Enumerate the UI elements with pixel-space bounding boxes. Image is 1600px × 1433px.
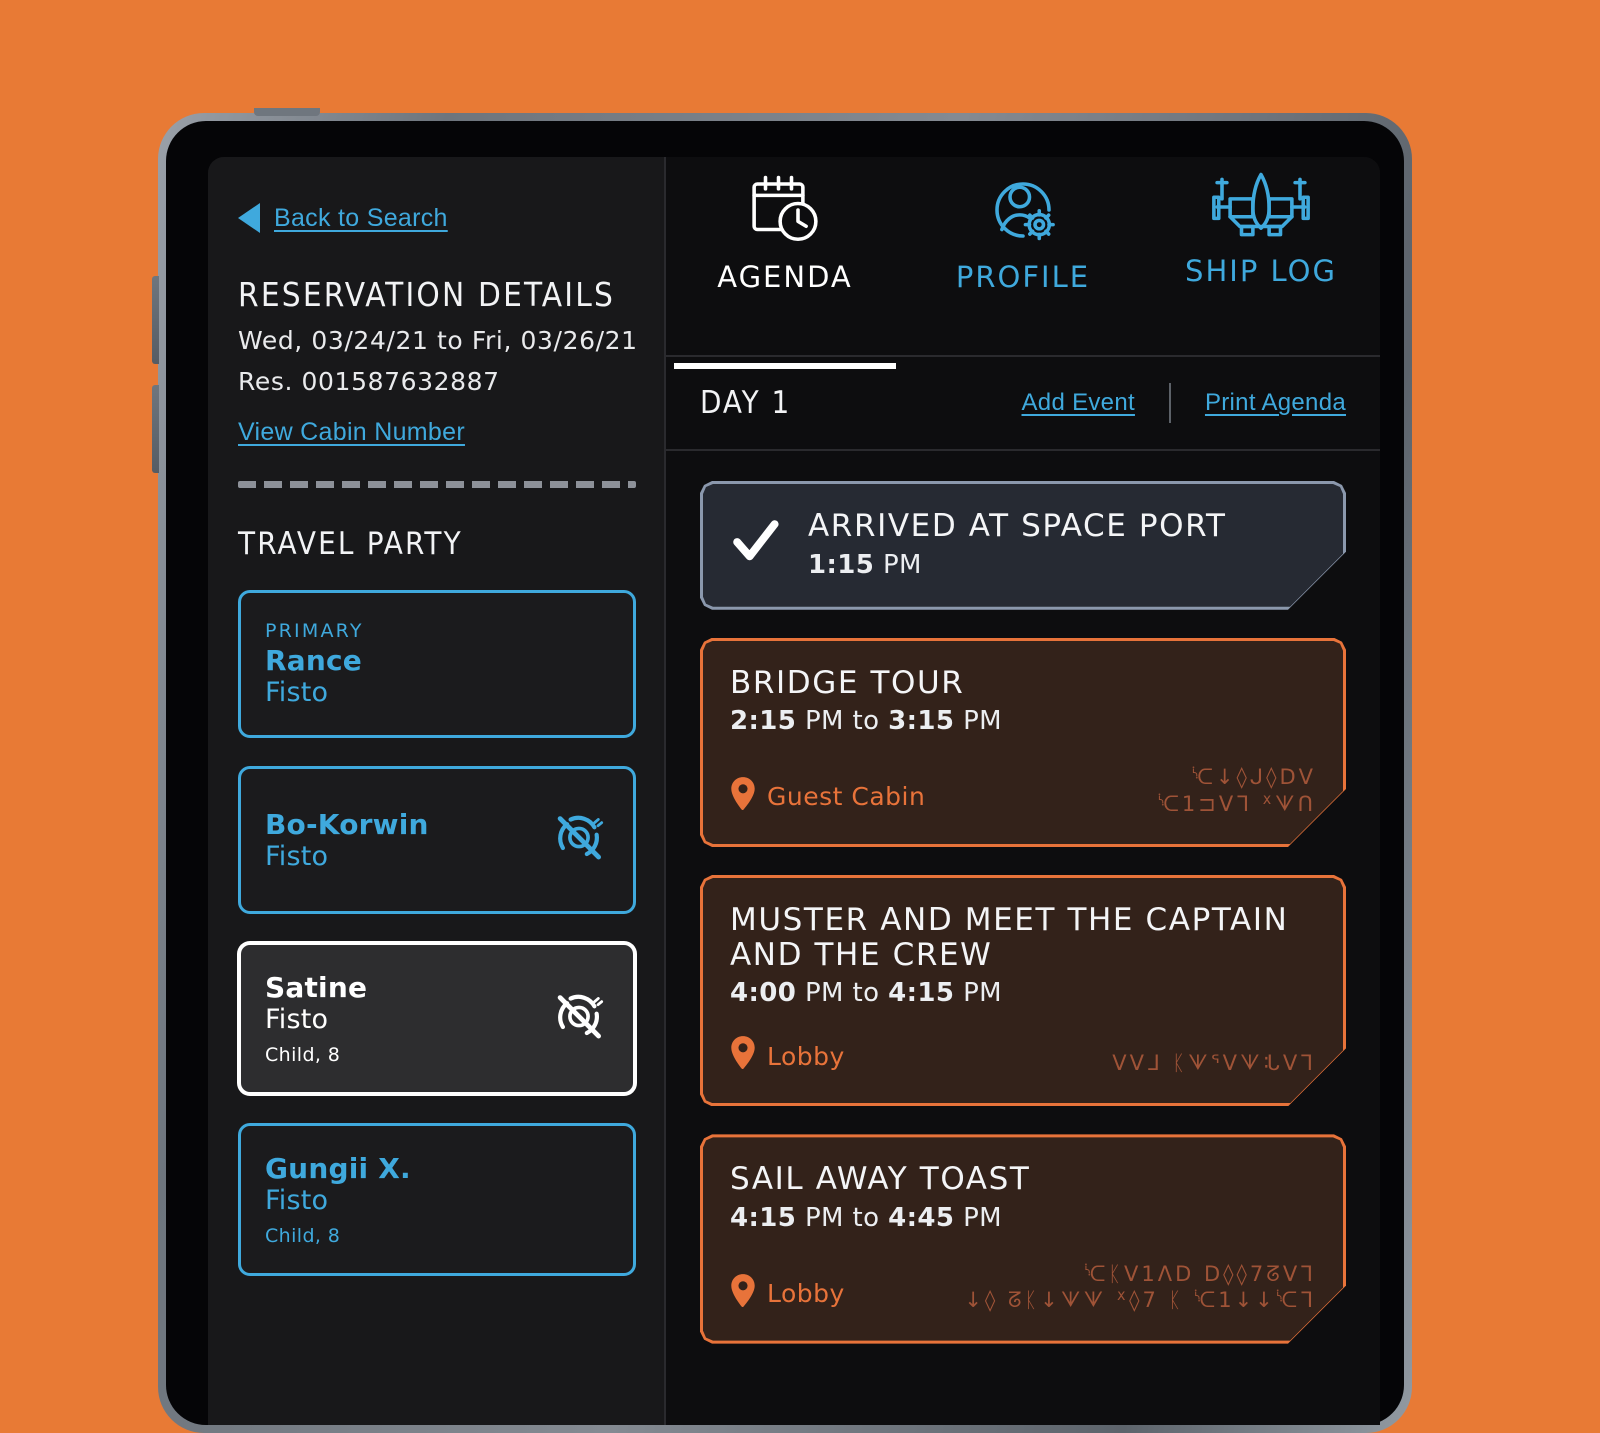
event-time: 1:15 PM (808, 550, 1227, 580)
tab-agenda[interactable]: AGENDA (666, 171, 904, 369)
active-tab-indicator (674, 363, 896, 369)
event-end-time: 4:15 (888, 978, 955, 1009)
aurebesh-decoration: ᐯᐯᒧ ᛕᗐᕐᐯᗐᒠᐯᒣ (1112, 1051, 1316, 1076)
event-time: 4:15 PM to 4:45 PM (730, 1203, 1316, 1233)
event-location-label: Guest Cabin (767, 782, 926, 812)
day-label: DAY 1 (700, 385, 792, 421)
event-title: ARRIVED AT SPACE PORT (808, 508, 1227, 544)
party-last-name: Fisto (265, 1185, 329, 1216)
agenda-event-list: ARRIVED AT SPACE PORT 1:15 PM BRIDGE TOUR… (666, 451, 1380, 1425)
event-start-time: 4:00 (730, 978, 797, 1009)
event-time: 2:15 PM to 3:15 PM (730, 706, 1316, 736)
agenda-event-card[interactable]: ARRIVED AT SPACE PORT 1:15 PM (700, 481, 1346, 610)
event-start-suffix: PM (804, 1203, 844, 1234)
travel-party-heading: TRAVEL PARTY (238, 526, 463, 562)
event-start-suffix: PM (882, 549, 922, 580)
triangle-left-icon (238, 203, 260, 233)
event-start-time: 4:15 (730, 1203, 797, 1234)
main-tab-bar: AGENDA PROFILE SHIP LOG (666, 157, 1380, 369)
volume-down-button[interactable] (152, 385, 159, 473)
event-start-suffix: PM (804, 978, 844, 1009)
speaker-grille (254, 108, 320, 116)
tab-ship-log[interactable]: SHIP LOG (1142, 171, 1380, 355)
reservation-number: Res. 001587632887 (238, 367, 500, 396)
band-disabled-icon (551, 988, 607, 1049)
event-end-suffix: PM (963, 1203, 1002, 1234)
event-location-label: Lobby (767, 1279, 845, 1309)
starship-icon (1209, 171, 1313, 248)
party-role-label: PRIMARY (265, 620, 364, 642)
event-content: SAIL AWAY TOAST 4:15 PM to 4:45 PM Lobby … (730, 1162, 1316, 1313)
event-location: Lobby (730, 1274, 845, 1314)
agenda-event-card[interactable]: BRIDGE TOUR 2:15 PM to 3:15 PM Guest Cabi… (700, 638, 1346, 847)
event-title: MUSTER AND MEET THE CAPTAIN AND THE CREW (730, 901, 1289, 973)
event-start-time: 2:15 (730, 706, 797, 737)
add-event-link[interactable]: Add Event (1022, 389, 1135, 417)
party-first-name: Rance (265, 644, 362, 677)
event-time: 4:00 PM to 4:15 PM (730, 978, 1316, 1008)
map-pin-icon (730, 1274, 756, 1314)
event-location: Lobby (730, 1036, 845, 1076)
event-end-time: 3:15 (888, 706, 955, 737)
event-title: BRIDGE TOUR (730, 664, 965, 701)
travel-party-card[interactable]: Bo-Korwin Fisto (238, 766, 636, 914)
section-divider (238, 481, 636, 488)
back-to-search-link[interactable]: Back to Search (238, 203, 664, 233)
map-pin-icon (730, 777, 756, 817)
travel-party-card[interactable]: Satine Fisto Child, 8 (238, 942, 636, 1095)
reservation-sidebar: Back to Search RESERVATION DETAILS Wed, … (208, 157, 666, 1425)
party-meta: Child, 8 (265, 1225, 341, 1247)
calendar-clock-icon (746, 171, 824, 254)
event-time-separator: to (852, 978, 880, 1009)
back-to-search-label: Back to Search (274, 203, 448, 232)
page-title: RESERVATION DETAILS (238, 275, 616, 314)
travel-party-card[interactable]: Gungii X. Fisto Child, 8 (238, 1123, 636, 1276)
event-footer: Lobby ᐯᐯᒧ ᛕᗐᕐᐯᗐᒠᐯᒣ (730, 1036, 1316, 1076)
device-bezel: Back to Search RESERVATION DETAILS Wed, … (166, 121, 1404, 1425)
event-end-suffix: PM (963, 706, 1002, 737)
aurebesh-decoration: ᔍ↓◊ᒍ◊ᗞᐯ ᔍ1⊐ᐯᒣ ᕁᗐᑎ (1157, 765, 1316, 816)
agenda-event-card[interactable]: SAIL AWAY TOAST 4:15 PM to 4:45 PM Lobby … (700, 1134, 1346, 1343)
event-title: SAIL AWAY TOAST (730, 1161, 1031, 1198)
event-start-time: 1:15 (808, 549, 875, 580)
event-content: BRIDGE TOUR 2:15 PM to 3:15 PM Guest Cabi… (730, 666, 1316, 817)
tab-label: PROFILE (955, 260, 1091, 294)
tab-label: SHIP LOG (1185, 254, 1337, 288)
tab-label: AGENDA (717, 260, 853, 294)
agenda-panel: AGENDA PROFILE SHIP LOG DAY 1 Add Event … (666, 157, 1380, 1425)
user-gear-icon (984, 171, 1062, 254)
map-pin-icon (730, 1036, 756, 1076)
event-content: MUSTER AND MEET THE CAPTAIN AND THE CREW… (730, 903, 1316, 1076)
view-cabin-number-link[interactable]: View Cabin Number (238, 418, 465, 447)
checkmark-icon (730, 517, 780, 572)
event-location: Guest Cabin (730, 777, 925, 817)
event-location-label: Lobby (767, 1041, 845, 1071)
travel-party-list: PRIMARY Rance Fisto Bo-Korwin Fisto Satine Fi… (238, 590, 664, 1276)
event-footer: Guest Cabin ᔍ↓◊ᒍ◊ᗞᐯ ᔍ1⊐ᐯᒣ ᕁᗐᑎ (730, 764, 1316, 817)
action-separator (1168, 383, 1171, 423)
event-content: ARRIVED AT SPACE PORT 1:15 PM (730, 509, 1227, 580)
aurebesh-decoration: ᔍᛕᐯ1ᐱᗞ ᗞ◊◊7ᘔᐯᒣ ↓◊ ᘔᛕ↓ᗐᗐ ᕁ◊7 ᛕ ᔍ1↓↓ᔍᒣ (964, 1262, 1316, 1313)
agenda-event-card[interactable]: MUSTER AND MEET THE CAPTAIN AND THE CREW… (700, 875, 1346, 1106)
event-time-separator: to (852, 1203, 880, 1234)
party-first-name: Gungii X. (265, 1152, 411, 1185)
day-toolbar: DAY 1 Add Event Print Agenda (666, 357, 1380, 451)
event-end-time: 4:45 (888, 1203, 955, 1234)
event-footer: Lobby ᔍᛕᐯ1ᐱᗞ ᗞ◊◊7ᘔᐯᒣ ↓◊ ᘔᛕ↓ᗐᗐ ᕁ◊7 ᛕ ᔍ1↓↓… (730, 1261, 1316, 1314)
app-viewport: Back to Search RESERVATION DETAILS Wed, … (208, 157, 1380, 1425)
band-disabled-icon (551, 810, 607, 871)
party-last-name: Fisto (265, 677, 329, 708)
tablet-device-frame: Back to Search RESERVATION DETAILS Wed, … (152, 108, 1412, 1433)
event-time-separator: to (852, 706, 880, 737)
tab-profile[interactable]: PROFILE (904, 171, 1142, 355)
event-start-suffix: PM (804, 706, 844, 737)
travel-party-card[interactable]: PRIMARY Rance Fisto (238, 590, 636, 738)
volume-up-button[interactable] (152, 276, 159, 364)
event-end-suffix: PM (963, 978, 1002, 1009)
print-agenda-link[interactable]: Print Agenda (1205, 389, 1346, 417)
reservation-dates: Wed, 03/24/21 to Fri, 03/26/21 (238, 326, 638, 355)
